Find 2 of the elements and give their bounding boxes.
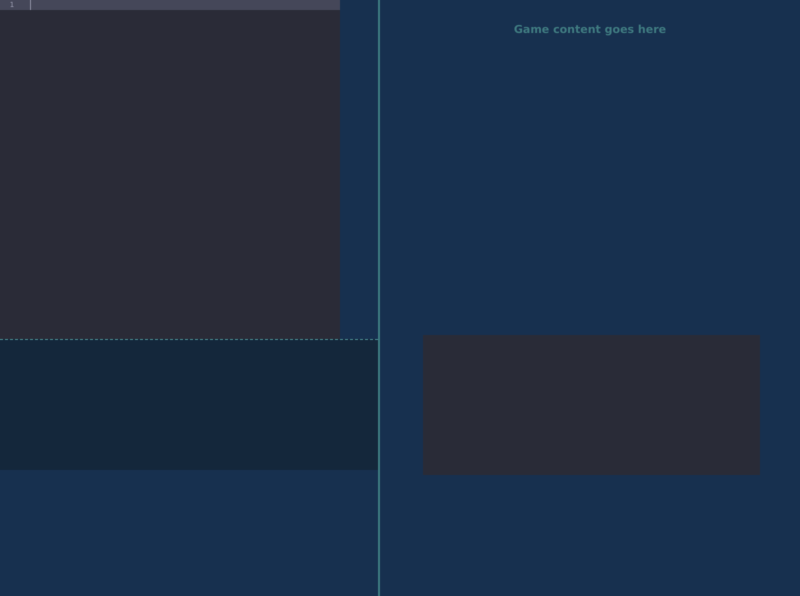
game-placeholder-text: Game content goes here — [514, 23, 666, 36]
text-cursor — [30, 0, 31, 10]
